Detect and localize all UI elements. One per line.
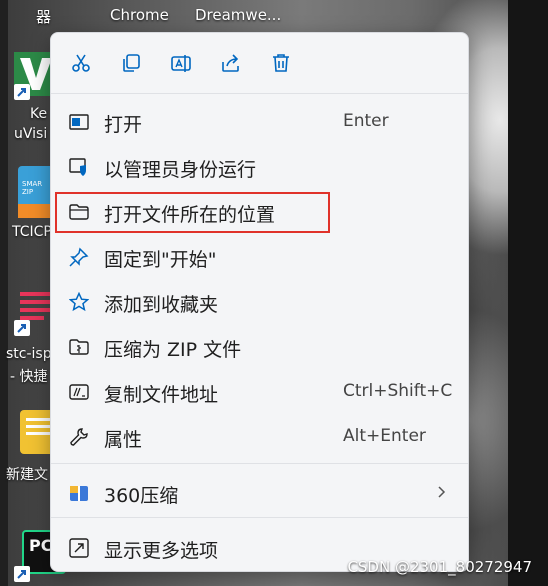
- scissors-icon: [72, 54, 90, 72]
- menu-item-label: 压缩为 ZIP 文件: [104, 339, 242, 361]
- context-menu: 打开 Enter 以管理员身份运行 打开文件所在的位置 固定到"开始" 添加到收…: [50, 32, 469, 572]
- copy-path-icon: [68, 381, 90, 403]
- desktop-label-new-file: 新建文: [6, 467, 48, 483]
- menu-item-open[interactable]: 打开 Enter: [51, 99, 468, 143]
- menu-item-label: 复制文件地址: [104, 384, 219, 406]
- rename-button[interactable]: [167, 49, 195, 77]
- menu-item-label: 360压缩: [104, 485, 179, 507]
- menu-item-shortcut: Alt+Enter: [343, 426, 426, 446]
- desktop-label-chrome[interactable]: Chrome: [110, 6, 169, 24]
- pc-icon-text: PC: [29, 536, 53, 555]
- menu-item-label: 固定到"开始": [104, 249, 217, 271]
- menu-item-shortcut: Enter: [343, 111, 389, 131]
- desktop-label-dreamweaver[interactable]: Dreamwe...: [195, 6, 281, 24]
- wrench-icon: [68, 426, 90, 448]
- star-icon: [68, 291, 90, 313]
- menu-item-properties[interactable]: 属性 Alt+Enter: [51, 414, 468, 458]
- pin-icon: [68, 246, 90, 268]
- zip-icon-text-2: ZIP: [22, 188, 34, 196]
- desktop-label-keil-1: Ke: [30, 106, 48, 122]
- copy-icon: [123, 54, 140, 72]
- menu-item-label: 以管理员身份运行: [104, 159, 257, 181]
- menu-item-label: 添加到收藏夹: [104, 294, 219, 316]
- menu-divider: [51, 463, 468, 464]
- menu-item-compress-zip[interactable]: 压缩为 ZIP 文件: [51, 324, 468, 368]
- menu-divider: [51, 517, 468, 518]
- menu-item-add-favorites[interactable]: 添加到收藏夹: [51, 279, 468, 323]
- menu-item-pin-to-start[interactable]: 固定到"开始": [51, 234, 468, 278]
- share-icon: [222, 54, 239, 72]
- desktop-label-keil-2: uVisi: [14, 126, 48, 142]
- desktop-label-shortcut: - 快捷: [10, 369, 48, 385]
- zip-folder-icon: [68, 336, 90, 358]
- trash-icon: [273, 54, 289, 72]
- chevron-right-icon: [437, 484, 447, 503]
- share-button[interactable]: [217, 49, 245, 77]
- cut-button[interactable]: [67, 49, 95, 77]
- zip-icon-text-1: SMAR: [22, 180, 43, 188]
- menu-item-label: 显示更多选项: [104, 540, 219, 562]
- menu-item-label: 打开: [104, 114, 143, 136]
- csdn-watermark: CSDN @2301_80272947: [347, 558, 532, 576]
- shortcut-arrow-icon: [14, 320, 30, 336]
- shortcut-arrow-icon: [14, 84, 30, 100]
- menu-item-shortcut: Ctrl+Shift+C: [343, 381, 453, 401]
- annotation-highlight-box: [55, 192, 330, 233]
- shield-icon: [68, 156, 90, 178]
- delete-button[interactable]: [267, 49, 295, 77]
- archive-360-icon: [68, 482, 90, 504]
- desktop-label-top-0[interactable]: 器: [36, 6, 51, 27]
- shortcut-arrow-icon: [14, 566, 30, 582]
- desktop-label-stc-isp: stc-isp: [6, 346, 52, 362]
- open-window-icon: [68, 111, 90, 133]
- menu-item-run-as-admin[interactable]: 以管理员身份运行: [51, 144, 468, 188]
- toolbar-divider: [51, 93, 468, 94]
- context-menu-toolbar: [51, 33, 468, 91]
- copy-button[interactable]: [117, 49, 145, 77]
- menu-item-label: 属性: [104, 429, 143, 451]
- menu-item-copy-path[interactable]: 复制文件地址 Ctrl+Shift+C: [51, 369, 468, 413]
- menu-item-360-compress[interactable]: 360压缩: [51, 470, 468, 514]
- desktop-edge-right: [508, 0, 548, 586]
- rename-icon: [171, 55, 191, 72]
- more-options-icon: [68, 537, 90, 559]
- desktop-edge-left: [0, 0, 8, 586]
- desktop-label-tcicp: TCICP: [12, 224, 52, 240]
